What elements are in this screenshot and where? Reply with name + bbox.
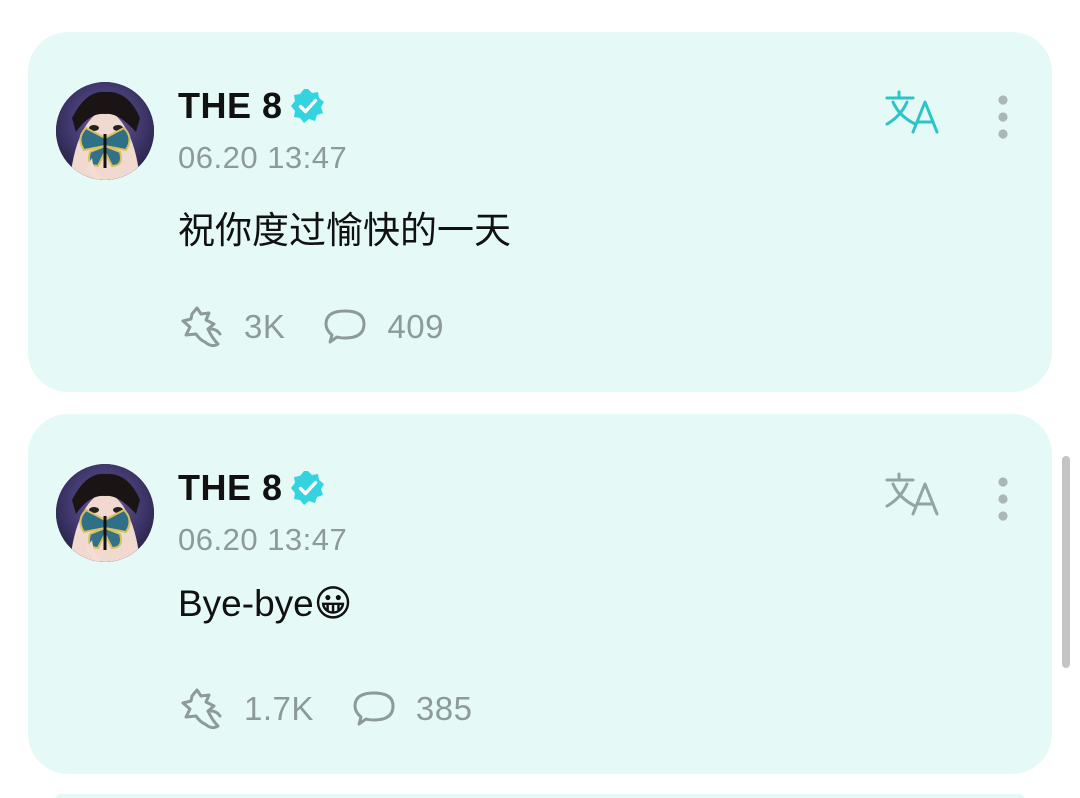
author-name[interactable]: THE 8 <box>178 85 283 127</box>
translate-icon[interactable] <box>883 88 943 138</box>
reaction-count: 3K <box>244 308 286 345</box>
author-avatar[interactable] <box>56 82 154 180</box>
more-vertical-icon[interactable] <box>988 476 1018 522</box>
reaction-count: 1.7K <box>244 690 314 727</box>
post-feed[interactable]: THE 8 06.20 13:47 祝你度过愉快的一天 3K 409 THE 8… <box>0 0 1080 798</box>
post-body[interactable]: 祝你度过愉快的一天 <box>178 200 511 254</box>
reaction-icon <box>178 686 228 732</box>
author-name[interactable]: THE 8 <box>178 467 283 509</box>
post-card[interactable]: THE 8 06.20 13:47 Bye-bye😀 1.7K 385 <box>28 414 1052 774</box>
comment-count: 409 <box>387 308 444 345</box>
verified-badge-icon <box>289 469 327 507</box>
comment-count: 385 <box>415 690 473 727</box>
comment-button[interactable]: 385 <box>350 686 473 732</box>
comment-icon <box>350 686 400 732</box>
more-vertical-icon[interactable] <box>988 94 1018 140</box>
post-timestamp: 06.20 13:47 <box>178 140 348 175</box>
verified-badge-icon <box>289 87 327 125</box>
comment-button[interactable]: 409 <box>321 304 444 350</box>
scrollbar[interactable] <box>1062 456 1070 668</box>
post-timestamp: 06.20 13:47 <box>178 522 348 557</box>
post-actions: 3K 409 <box>178 304 480 350</box>
reaction-button[interactable]: 3K <box>178 304 285 350</box>
post-actions: 1.7K 385 <box>178 686 508 732</box>
post-card[interactable]: THE 8 06.20 13:47 祝你度过愉快的一天 3K 409 <box>28 32 1052 392</box>
reaction-button[interactable]: 1.7K <box>178 686 314 732</box>
next-post-card[interactable] <box>56 794 1024 798</box>
reaction-icon <box>178 304 228 350</box>
post-body[interactable]: Bye-bye😀 <box>178 582 352 625</box>
author-avatar[interactable] <box>56 464 154 562</box>
translate-icon[interactable] <box>883 470 943 520</box>
comment-icon <box>321 304 371 350</box>
